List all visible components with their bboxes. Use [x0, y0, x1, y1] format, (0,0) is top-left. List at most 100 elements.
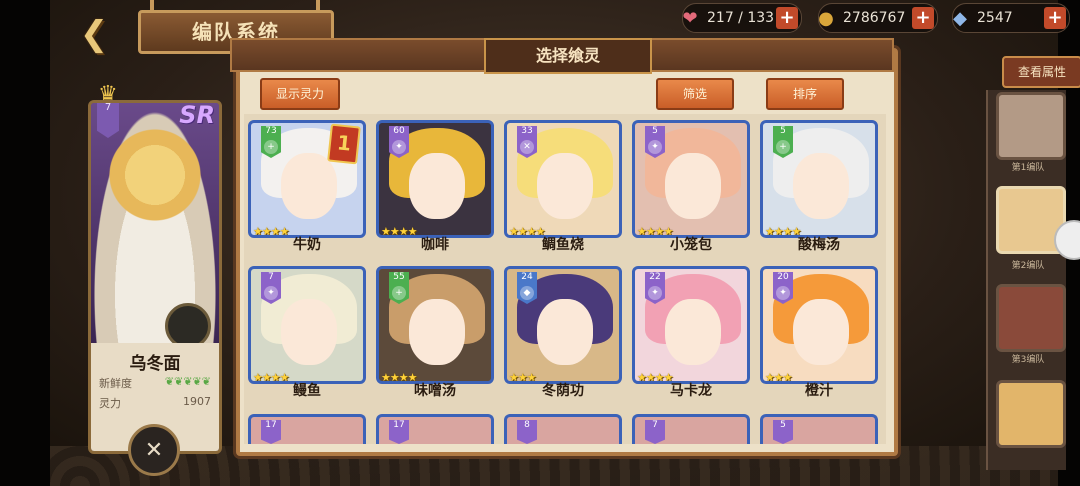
element-icon: ✦	[776, 286, 790, 300]
spirit-portrait: 73 +1 ★★★★	[248, 120, 366, 238]
spirit-portrait: 5 + ★★★★	[760, 120, 878, 238]
spirit-level: 22	[649, 272, 661, 282]
spirit-level-badge: 73 +	[261, 126, 281, 158]
spirit-level-badge: 22 ✦	[645, 272, 665, 304]
show-power-button[interactable]: 显示灵力	[260, 78, 340, 110]
spirit-level: 7	[645, 420, 665, 444]
team-thumb-3[interactable]	[996, 284, 1066, 352]
spirit-portrait: 24 ◆ ★★★	[504, 266, 622, 384]
spirit-name: 咖啡	[421, 237, 449, 253]
spirit-face	[793, 299, 849, 365]
spirit-level: 8	[517, 420, 537, 444]
power-row: 灵力 1907	[99, 395, 211, 411]
element-icon: +	[264, 140, 278, 154]
spirit-level-badge: 5 +	[773, 126, 793, 158]
stamina-value: 217 / 133	[707, 10, 775, 26]
crystal-value: 2547	[977, 10, 1013, 26]
power-value: 1907	[183, 395, 211, 408]
spirit-name: 小笼包	[670, 237, 712, 253]
spirit-face	[665, 153, 721, 219]
hero-name: 乌冬面	[129, 354, 181, 374]
spirit-level-badge: 24 ◆	[517, 272, 537, 304]
hero-level-badge: 7	[97, 103, 119, 138]
spirit-name: 橙汁	[805, 383, 833, 399]
spirit-card[interactable]: 5 + ★★★★ 酸梅汤	[760, 120, 878, 253]
spirit-name: 冬荫功	[542, 383, 584, 399]
spirit-portrait: 22 ✦ ★★★★	[632, 266, 750, 384]
spirit-face	[409, 299, 465, 365]
spirit-face	[793, 153, 849, 219]
element-icon: +	[392, 286, 406, 300]
spirit-face	[665, 299, 721, 365]
spirit-card-partial[interactable]: 8	[504, 414, 622, 444]
spirit-face	[409, 153, 465, 219]
spirit-face	[537, 153, 593, 219]
spirit-level: 20	[777, 272, 789, 282]
spirit-card[interactable]: 5 ✦ ★★★★ 小笼包	[632, 120, 750, 253]
spirit-level-badge: 55 +	[389, 272, 409, 304]
element-icon: ✦	[264, 286, 278, 300]
spirit-level: 33	[521, 126, 533, 136]
spirit-level-badge: 60 ✦	[389, 126, 409, 158]
crystal-icon: ◆	[953, 7, 967, 29]
spirit-face	[537, 299, 593, 365]
cutlery-icon[interactable]: ✕	[128, 424, 180, 476]
spirit-face	[281, 299, 337, 365]
spirit-card[interactable]: 73 +1 ★★★★ 牛奶	[248, 120, 366, 253]
element-icon: +	[776, 140, 790, 154]
filter-button[interactable]: 筛选	[656, 78, 734, 110]
spirit-portrait: 60 ✦ ★★★★	[376, 120, 494, 238]
spirit-card[interactable]: 33 ✕ ★★★★ 鲷鱼烧	[504, 120, 622, 253]
element-icon: ✕	[520, 140, 534, 154]
coin-resource: ● 2786767 +	[818, 3, 938, 33]
spirit-level-badge: 5 ✦	[645, 126, 665, 158]
spirit-level: 5	[780, 126, 786, 136]
element-icon: ✦	[648, 286, 662, 300]
add-coin-button[interactable]: +	[912, 7, 934, 29]
sort-button[interactable]: 排序	[766, 78, 844, 110]
screen-edge-left	[0, 0, 50, 486]
freshness-label: 新鲜度	[99, 377, 132, 390]
spirit-level: 7	[268, 272, 274, 282]
spirit-level: 5	[652, 126, 658, 136]
coin-value: 2786767	[843, 10, 906, 26]
add-crystal-button[interactable]: +	[1044, 7, 1066, 29]
spirit-level-badge: 33 ✕	[517, 126, 537, 158]
team-thumb-4[interactable]	[996, 380, 1066, 448]
spirit-card[interactable]: 55 + ★★★★ 味噌汤	[376, 266, 494, 399]
spirit-card[interactable]: 24 ◆ ★★★ 冬荫功	[504, 266, 622, 399]
spirit-card-partial[interactable]: 17	[248, 414, 366, 444]
add-stamina-button[interactable]: +	[776, 7, 798, 29]
spirit-level-badge: 7 ✦	[261, 272, 281, 304]
team-slot-badge: 1	[327, 123, 361, 165]
coin-icon: ●	[818, 7, 834, 29]
spirit-card[interactable]: 22 ✦ ★★★★ 马卡龙	[632, 266, 750, 399]
leaf-icon: ❦❦❦❦❦	[164, 375, 211, 388]
spirit-level-badge: 20 ✦	[773, 272, 793, 304]
team-label-3: 第3编队	[1011, 355, 1045, 365]
spirit-card-partial[interactable]: 17	[376, 414, 494, 444]
spirit-level: 60	[393, 126, 405, 136]
spirit-card[interactable]: 20 ✦ ★★★ 橙汁	[760, 266, 878, 399]
rarity-badge: SR	[179, 101, 215, 129]
spirit-portrait: 20 ✦ ★★★	[760, 266, 878, 384]
power-label: 灵力	[99, 397, 121, 410]
spirit-card-partial[interactable]: 7	[632, 414, 750, 444]
view-attributes-button[interactable]: 查看属性	[1002, 56, 1080, 88]
spirit-name: 味噌汤	[414, 383, 456, 399]
team-thumb-1[interactable]	[996, 92, 1066, 160]
hero-card[interactable]: 7 SR 乌冬面 新鲜度 ❦❦❦❦❦ 灵力 1907	[88, 100, 222, 454]
heart-icon: ❤	[682, 7, 698, 29]
spirit-level: 5	[773, 420, 793, 444]
spirit-card-partial[interactable]: 5	[760, 414, 878, 444]
modal-title: 选择飨灵	[484, 38, 652, 74]
freshness-row: 新鲜度 ❦❦❦❦❦	[99, 375, 211, 391]
back-button[interactable]: ❮	[66, 14, 122, 54]
team-label-2: 第2编队	[1011, 261, 1045, 271]
spirit-card[interactable]: 7 ✦ ★★★★ 鳗鱼	[248, 266, 366, 399]
spirit-level: 17	[389, 420, 409, 444]
element-icon: ◆	[520, 286, 534, 300]
spirit-name: 鲷鱼烧	[542, 237, 584, 253]
spirit-card[interactable]: 60 ✦ ★★★★ 咖啡	[376, 120, 494, 253]
element-icon: ✦	[392, 140, 406, 154]
